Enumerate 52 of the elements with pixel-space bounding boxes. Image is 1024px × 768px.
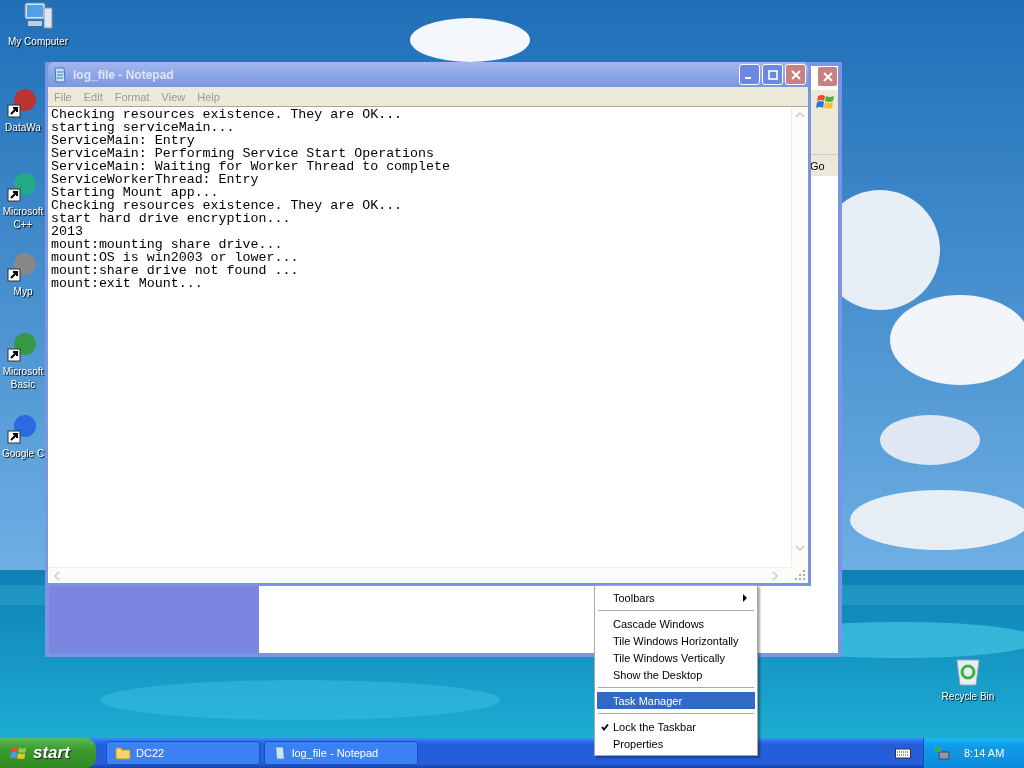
menu-item[interactable]: Show the Desktop — [597, 666, 755, 683]
text-line: mount:exit Mount... — [51, 277, 204, 290]
shortcut-icon[interactable] — [7, 250, 39, 282]
text-line: Checking resources existence. They are OK... — [51, 199, 404, 212]
maximize-icon — [767, 69, 778, 80]
start-button[interactable]: start — [0, 738, 96, 768]
keyboard-icon[interactable] — [895, 747, 911, 759]
text-line: ServiceMain: Waiting for Worker Thread to complete — [51, 160, 451, 173]
taskbar-button[interactable]: log_file - Notepad — [264, 741, 418, 765]
notepad-icon — [273, 745, 287, 761]
icon-label: My Computer — [8, 35, 68, 48]
go-button[interactable]: Go — [810, 154, 838, 176]
close-button[interactable] — [817, 66, 838, 87]
menu-item[interactable]: Tile Windows Vertically — [597, 649, 755, 666]
shortcut-icon[interactable] — [7, 86, 39, 118]
menu-item[interactable]: Lock the Taskbar — [597, 718, 755, 735]
minimize-icon — [745, 76, 751, 79]
text-line: mount:OS is win2003 or lower... — [51, 251, 300, 264]
menu-item[interactable]: Toolbars — [597, 589, 755, 606]
menu-item[interactable]: Properties — [597, 735, 755, 752]
network-icon[interactable] — [934, 745, 950, 761]
text-line: start hard drive encryption... — [51, 212, 291, 225]
text-line: Starting Mount app... — [51, 186, 219, 199]
text-line: Checking resources existence. They are OK... — [51, 108, 404, 121]
icon-label: Recycle Bin — [941, 690, 995, 703]
menu-item[interactable]: Cascade Windows — [597, 615, 755, 632]
shortcut-icon[interactable] — [7, 412, 39, 444]
clock: 8:14 AM — [964, 747, 1005, 759]
text-line: mount:share drive not found ... — [51, 264, 300, 277]
notepad-icon — [52, 66, 68, 83]
text-line: 2013 — [51, 225, 84, 238]
folder-icon — [115, 746, 131, 760]
icon-label: Myp — [13, 285, 33, 298]
taskbar-button[interactable]: DC22 — [106, 741, 260, 765]
windows-logo-icon — [10, 744, 28, 762]
icon-label: DataWa — [5, 121, 41, 134]
computer-icon[interactable] — [22, 0, 54, 32]
menu-item[interactable]: Task Manager — [597, 692, 755, 709]
icon-label: Microsoft C++ — [1, 205, 45, 231]
window-title: log_file - Notepad — [73, 67, 175, 82]
text-line: starting serviceMain... — [51, 121, 236, 134]
text-line: ServiceMain: Performing Service Start Operations — [51, 147, 435, 160]
icon-label: Microsoft Basic — [1, 365, 45, 391]
close-icon — [822, 71, 833, 82]
menu-item[interactable]: Tile Windows Horizontally — [597, 632, 755, 649]
close-icon — [790, 69, 801, 80]
text-line: ServiceMain: Entry — [51, 134, 195, 147]
text-line: ServiceWorkerThread: Entry — [51, 173, 260, 186]
text-line: mount:mounting share drive... — [51, 238, 284, 251]
icon-label: Google C — [1, 447, 45, 460]
shortcut-icon[interactable] — [7, 330, 39, 362]
shortcut-icon[interactable] — [7, 170, 39, 202]
